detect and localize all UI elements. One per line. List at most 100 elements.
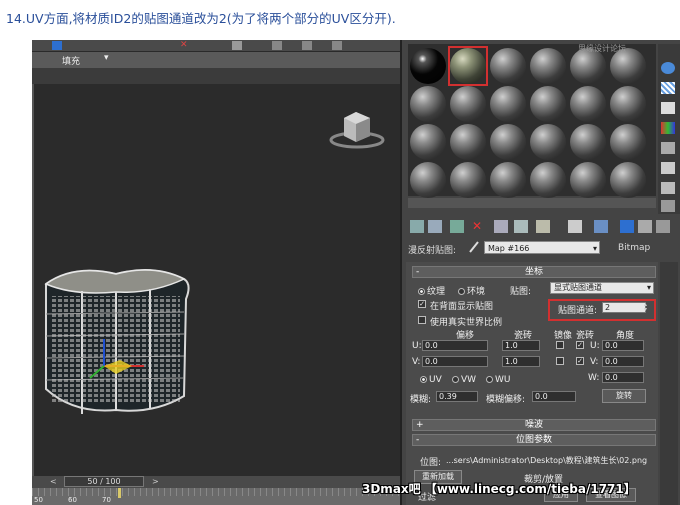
vw-radio[interactable]: VW	[452, 375, 476, 385]
u-tile-checkbox[interactable]: ✓	[576, 341, 584, 349]
u-offset-field[interactable]: 0.0	[422, 340, 488, 351]
layer-icon[interactable]	[272, 41, 282, 50]
make-unique-icon[interactable]	[514, 220, 528, 233]
select-tool-icon[interactable]	[52, 41, 62, 50]
viewcube-icon	[329, 112, 385, 149]
schematic-icon[interactable]	[332, 41, 342, 50]
sample-slot[interactable]	[530, 162, 566, 198]
backlight-icon[interactable]	[661, 82, 675, 94]
building-model	[44, 269, 190, 414]
go-sibling-icon[interactable]	[656, 220, 670, 233]
dropdown-icon[interactable]: ▾	[104, 53, 109, 63]
v-offset-field[interactable]: 0.0	[422, 356, 488, 367]
time-slider[interactable]: 50 / 100	[64, 476, 144, 487]
sample-slot[interactable]	[450, 124, 486, 160]
show-map-checkbox[interactable]: ✓	[418, 300, 426, 308]
assign-material-icon[interactable]	[450, 220, 464, 233]
sample-slot[interactable]	[450, 86, 486, 122]
reset-map-icon[interactable]: ✕	[472, 220, 486, 233]
v-tiling-field[interactable]: 1.0	[502, 356, 540, 367]
curve-icon[interactable]	[302, 41, 312, 50]
panel-scrollbar[interactable]	[660, 262, 678, 505]
sample-slot[interactable]	[410, 48, 446, 84]
get-material-icon[interactable]	[410, 220, 424, 233]
align-icon[interactable]	[232, 41, 242, 50]
sample-slot[interactable]	[490, 48, 526, 84]
mirror-header: 镜像	[554, 331, 573, 341]
video-check-icon[interactable]	[661, 142, 675, 154]
sample-slot[interactable]	[490, 162, 526, 198]
sample-slot[interactable]	[570, 86, 606, 122]
fill-tab[interactable]: 填充	[62, 54, 80, 67]
environ-radio[interactable]: 环境	[458, 284, 485, 297]
v-mirror-checkbox[interactable]	[556, 357, 564, 365]
timeline-bar: < 50 / 100 >	[32, 476, 400, 488]
perspective-viewport[interactable]	[32, 84, 400, 476]
copy-material-icon[interactable]	[494, 220, 508, 233]
bitmap-path[interactable]: ...sers\Administrator\Desktop\教程\建筑生长\02…	[446, 455, 647, 466]
track-num: 60	[68, 496, 77, 504]
make-preview-icon[interactable]	[661, 162, 675, 174]
map-name-dropdown[interactable]: Map #166 ▾	[484, 241, 600, 254]
sample-type-icon[interactable]	[661, 62, 675, 74]
bitmap-params-rollout[interactable]: - 位图参数	[412, 434, 656, 446]
sample-slots	[408, 44, 656, 198]
sample-slot[interactable]	[450, 162, 486, 198]
sample-slot[interactable]	[530, 86, 566, 122]
noise-rollout[interactable]: + 噪波	[412, 419, 656, 431]
slots-scrollbar[interactable]	[408, 198, 656, 208]
eyedropper-icon[interactable]	[468, 240, 480, 254]
sample-slot[interactable]	[490, 86, 526, 122]
sample-slot[interactable]	[610, 86, 646, 122]
v-tile-checkbox[interactable]: ✓	[576, 357, 584, 365]
material-id-icon[interactable]	[568, 220, 582, 233]
expand-icon: +	[416, 420, 424, 430]
uv-radio[interactable]: UV	[420, 375, 442, 385]
sample-slot[interactable]	[570, 162, 606, 198]
uv-tiling-icon[interactable]	[661, 122, 675, 134]
coordinates-rollout[interactable]: - 坐标	[412, 266, 656, 278]
track-bar[interactable]: 50 60 70	[32, 488, 400, 505]
side-toolbar	[658, 44, 680, 214]
v-angle-field[interactable]: 0.0	[602, 356, 644, 367]
rotate-button[interactable]: 旋转	[602, 389, 646, 403]
select-by-material-icon[interactable]	[661, 200, 675, 212]
go-parent-icon[interactable]	[638, 220, 652, 233]
sample-slot[interactable]	[610, 124, 646, 160]
sample-slot[interactable]	[570, 124, 606, 160]
blur-offset-label: 模糊偏移:	[486, 395, 526, 405]
mirror-icon[interactable]: ✕	[180, 41, 190, 50]
blur-field[interactable]: 0.39	[436, 391, 478, 402]
sample-slot[interactable]	[530, 124, 566, 160]
texture-radio[interactable]: 纹理	[418, 284, 445, 297]
wu-radio[interactable]: WU	[486, 375, 511, 385]
show-map-icon[interactable]	[594, 220, 608, 233]
u-mirror-checkbox[interactable]	[556, 341, 564, 349]
u-tiling-field[interactable]: 1.0	[502, 340, 540, 351]
blur-offset-field[interactable]: 0.0	[532, 391, 576, 402]
mapping-label: 贴图:	[510, 287, 532, 297]
sample-slot[interactable]	[410, 124, 446, 160]
prev-frame-icon[interactable]: <	[50, 477, 57, 486]
site-watermark: 3Dmax吧 【www.linecg.com/tieba/1771】	[362, 482, 636, 496]
put-to-scene-icon[interactable]	[428, 220, 442, 233]
sample-slot[interactable]	[410, 162, 446, 198]
background-icon[interactable]	[661, 102, 675, 114]
w-angle-field[interactable]: 0.0	[602, 372, 644, 383]
sample-slot[interactable]	[610, 162, 646, 198]
map-type-button[interactable]: Bitmap	[618, 243, 650, 253]
sample-slot[interactable]	[490, 124, 526, 160]
mapping-dropdown[interactable]: 显式贴图通道 ▾	[550, 282, 654, 294]
options-icon[interactable]	[661, 182, 675, 194]
u-angle-field[interactable]: 0.0	[602, 340, 644, 351]
w-label: W:	[588, 373, 600, 383]
sample-slot[interactable]	[410, 86, 446, 122]
main-toolbar: ✕	[32, 40, 400, 52]
collapse-icon: -	[416, 267, 420, 277]
put-to-library-icon[interactable]	[536, 220, 550, 233]
real-world-checkbox[interactable]	[418, 316, 426, 324]
next-frame-icon[interactable]: >	[152, 477, 159, 486]
sample-slot[interactable]	[530, 48, 566, 84]
show-end-result-icon[interactable]	[620, 220, 634, 233]
caption-text: 14.UV方面,将材质ID2的贴图通道改为2(为了将两个部分的UV区分开).	[6, 11, 396, 26]
